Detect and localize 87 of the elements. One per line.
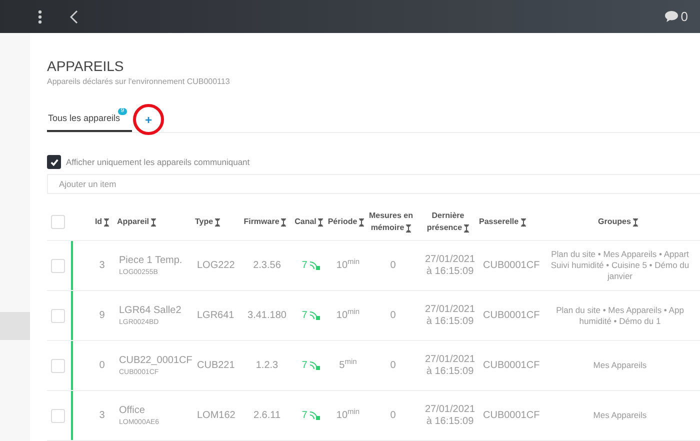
last-seen-text: 27/01/2021 [424,304,476,316]
groups-text: Mes Appareils [593,410,647,421]
memory-cell-text: 0 [389,409,397,423]
column-header: Passerelle [479,216,539,228]
last-seen-text: à 16:15:09 [426,366,474,378]
sort-icon[interactable] [281,218,286,227]
channel-cell-text: 7 [302,259,308,273]
period-cell-text: 10$^{min}$ [335,258,361,273]
period-cell-text: 10$^{min}$ [335,408,361,423]
column-header: Appareil [117,216,195,228]
sort-icon[interactable] [151,218,156,227]
last-seen-text: 27/01/2021 [424,404,476,416]
period-cell-text: 5$^{min}$ [338,358,358,373]
channel-cell-text: 7 [302,409,308,423]
memory-cell-text: 0 [389,309,397,323]
groups-text: humidité • Démo du 1 [579,316,661,326]
gateway-cell-text: CUB0001CF [482,359,541,373]
type-cell-text: LOG222 [197,259,236,273]
sort-icon[interactable] [318,218,324,227]
sort-icon[interactable] [520,218,526,227]
firmware-cell-text: 3.41.180 [246,309,288,323]
id-cell-text: 3 [98,259,106,273]
signal-lock-icon [309,311,320,320]
groups-text: Plan du site • Mes Appareils • Appart [551,249,689,260]
checkbox[interactable] [47,155,61,169]
sort-icon[interactable] [104,218,110,227]
id-cell-text: 9 [98,309,106,323]
checkbox[interactable] [51,308,65,322]
gateway-cell-text: CUB0001CF [482,259,541,273]
device-name: Office [119,404,146,418]
column-header: Id [71,216,117,228]
channel-cell-text: 7 [302,309,308,323]
type-cell-text: CUB221 [197,359,236,373]
firmware-cell-text: 2.3.56 [252,259,282,273]
column-header: Type [195,216,239,228]
column-header: Canal [291,216,327,228]
groups-text: Suivi humidité • Cuisine 5 • Démo du [550,260,690,271]
input-field[interactable]: Ajouter un item [47,174,700,194]
last-seen-text: à 16:15:09 [426,416,474,428]
id-cell-text: 3 [98,409,106,423]
memory-cell-text: 0 [389,359,397,373]
page-title: APPAREILS [47,58,125,74]
checkbox[interactable] [51,258,65,272]
gateway-cell-text: CUB0001CF [482,309,541,323]
last-seen-text: à 16:15:09 [426,266,474,278]
channel-cell-text: 7 [302,359,308,373]
firmware-cell-text: 1.2.3 [254,359,280,373]
back-icon[interactable] [70,10,78,24]
sort-icon[interactable] [215,218,220,227]
last-seen-text: 27/01/2021 [424,354,476,366]
last-seen-text: 27/01/2021 [424,254,476,266]
memory-cell-text: 0 [389,259,397,273]
tab[interactable]: + [142,107,156,132]
sort-icon[interactable] [359,218,364,227]
device-name: CUB22_0001CF [119,354,194,368]
checkbox[interactable] [51,358,65,372]
column-header: Firmware [239,216,291,228]
filter-label: Afficher uniquement les appareils communiquant [66,156,250,168]
sort-icon[interactable] [406,224,412,233]
last-seen-text: à 16:15:09 [426,316,474,328]
checkbox[interactable] [51,408,65,422]
id-cell-text: 0 [98,359,106,373]
sort-icon[interactable] [632,218,638,227]
period-cell-text: 10$^{min}$ [335,308,361,323]
signal-lock-icon [309,261,320,270]
menu-icon[interactable] [38,10,42,24]
groups-text: janvier [607,271,633,282]
column-header: Groupes [539,216,697,228]
type-cell-text: LOM162 [197,409,236,423]
comment-icon[interactable] [664,11,678,22]
column-header: Dernière présence [417,210,479,234]
firmware-cell-text: 2.6.11 [252,409,282,423]
page-subtitle: Appareils déclarés sur l'environnement CUB000113 [47,76,231,88]
sort-icon[interactable] [464,224,470,233]
gateway-cell-text: CUB0001CF [482,409,541,423]
signal-lock-icon [309,411,320,420]
groups-text: Plan du site • Mes Appareils • App [556,304,684,316]
checkmark-icon [50,158,58,166]
column-header: Mesures en mémoire [368,210,414,234]
checkbox[interactable] [51,215,65,230]
type-cell-text: LGR641 [197,309,236,323]
signal-lock-icon [309,361,320,370]
device-name: LGR64 Salle2 [119,304,182,318]
device-name: Piece 1 Temp. [119,254,184,268]
column-header: Période [327,216,365,228]
comment-count: 0 [680,8,688,26]
groups-text: Mes Appareils [593,360,647,371]
